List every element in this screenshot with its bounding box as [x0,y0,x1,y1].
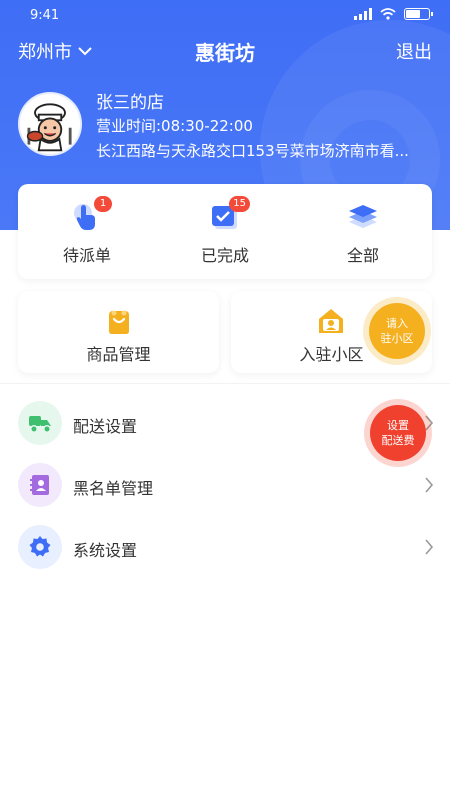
battery-icon [404,8,433,20]
bag-icon [105,307,133,335]
status-time: 9:41 [30,8,60,23]
order-pending-label: 待派单 [62,246,111,265]
delivery-settings-label: 配送设置 [73,417,138,436]
order-summary-card: 1 待派单 15 已完成 全部 [18,184,432,279]
completed-count-badge: 15 [229,196,250,212]
menu-system-settings[interactable]: 系统设置 [0,516,450,578]
order-completed-label: 已完成 [200,246,249,265]
chevron-right-icon [425,477,434,493]
system-settings-label: 系统设置 [73,541,138,560]
fee-line1: 设置 [387,419,409,432]
gear-icon [18,525,62,569]
section-divider [0,383,450,384]
layers-icon [348,202,378,232]
join-community-floating-button[interactable]: 请入 驻小区 [369,303,425,359]
fee-line2: 配送费 [381,434,415,447]
community-house-icon [317,307,345,335]
status-icons [354,8,433,20]
chef-avatar-icon [26,103,72,152]
delivery-scooter-icon [18,401,62,445]
status-bar: 9:41 [0,0,450,32]
shop-info: 张三的店 营业时间:08:30-22:00 长江西路与天永路交口153号菜市场济… [18,88,438,168]
chevron-right-icon [425,539,434,555]
join-line2: 驻小区 [380,332,414,345]
set-delivery-fee-floating-button[interactable]: 设置 配送费 [370,405,426,461]
order-all[interactable]: 全部 [294,184,432,279]
goods-management-label: 商品管理 [86,345,151,364]
tap-hand-icon: 1 [72,196,112,232]
checkbox-icon: 15 [210,196,250,232]
join-line1: 请入 [386,317,408,330]
order-pending[interactable]: 1 待派单 [18,184,156,279]
wifi-icon [380,8,396,20]
page-title: 惠街坊 [195,41,255,65]
goods-management-tile[interactable]: 商品管理 [18,291,219,373]
top-nav: 郑州市 惠街坊 退出 [0,32,450,68]
order-completed[interactable]: 15 已完成 [156,184,294,279]
order-all-label: 全部 [346,246,379,265]
shop-hours: 营业时间:08:30-22:00 [96,117,253,135]
shop-name: 张三的店 [96,93,164,113]
blacklist-book-icon [18,463,62,507]
shop-avatar[interactable] [18,92,82,156]
logout-button[interactable]: 退出 [396,38,432,64]
menu-blacklist[interactable]: 黑名单管理 [0,454,450,516]
blacklist-label: 黑名单管理 [73,479,154,498]
pending-count-badge: 1 [94,196,112,212]
shop-address: 长江西路与天永路交口153号菜市场济南市看... [96,142,409,160]
cellular-signal-icon [354,8,372,20]
